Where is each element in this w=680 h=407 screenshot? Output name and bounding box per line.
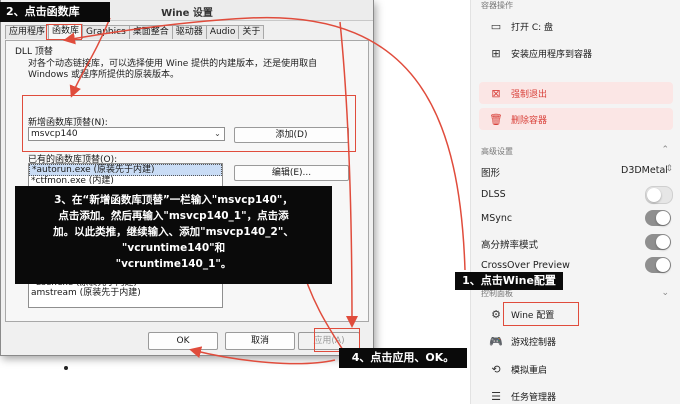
step3-line: 加。以此类推，继续输入、添加"msvcp140_2"、 (53, 226, 294, 238)
step1-note: 1、点击Wine配置 (455, 272, 563, 290)
step3-note: 3、在“新增函数库顶替”一栏输入"msvcp140"， 点击添加。然后再输入"m… (15, 186, 332, 284)
step3-line: "vcruntime140"和 (121, 242, 226, 254)
step2-note: 2、点击函数库 (0, 2, 110, 22)
step3-line: "vcruntime140_1"。 (115, 258, 232, 270)
step3-line: 3、在“新增函数库顶替”一栏输入"msvcp140"， (54, 194, 293, 206)
step3-line: 点击添加。然后再输入"msvcp140_1"，点击添 (58, 210, 289, 222)
step4-note: 4、点击应用、OK。 (339, 348, 467, 368)
